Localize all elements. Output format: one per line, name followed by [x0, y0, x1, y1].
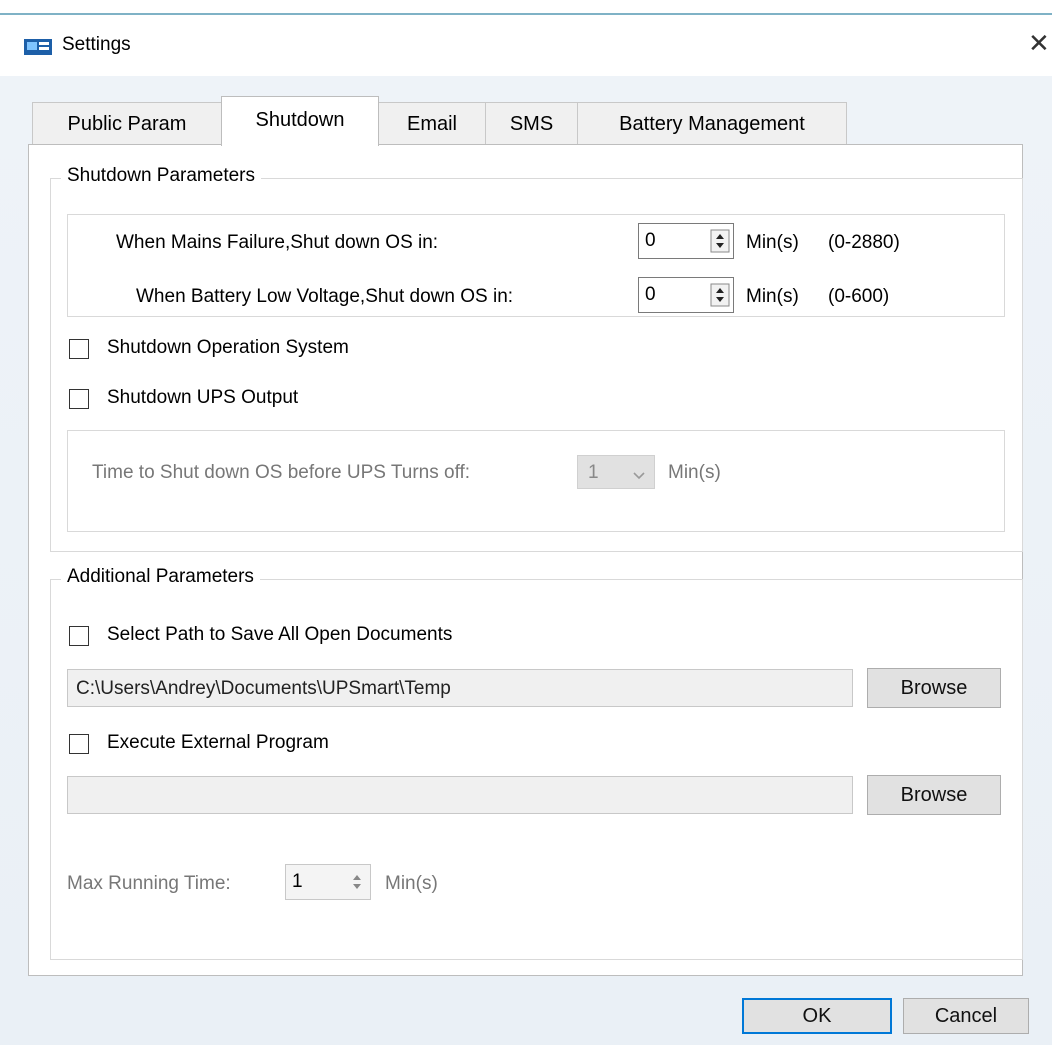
mains-failure-range: (0-2880) — [828, 232, 900, 253]
tab-public-param[interactable]: Public Param — [32, 102, 222, 144]
max-running-time-spinbox[interactable]: 1 — [285, 864, 371, 900]
battery-low-label: When Battery Low Voltage,Shut down OS in… — [136, 286, 514, 307]
shutdown-os-label: Shutdown Operation System — [107, 337, 349, 358]
group-legend: Shutdown Parameters — [61, 165, 261, 187]
additional-parameters-group: Additional Parameters Select Path to Sav… — [50, 566, 1023, 960]
dropdown-arrow-icon — [632, 466, 646, 487]
save-docs-checkbox[interactable] — [69, 626, 89, 646]
before-ups-label: Time to Shut down OS before UPS Turns of… — [92, 462, 471, 483]
max-running-time-label: Max Running Time: — [67, 873, 231, 894]
cancel-button[interactable]: Cancel — [903, 998, 1029, 1034]
tab-sms[interactable]: SMS — [485, 102, 578, 144]
mains-failure-unit: Min(s) — [746, 232, 799, 253]
tab-email[interactable]: Email — [378, 102, 486, 144]
save-docs-path-field[interactable]: C:\Users\Andrey\Documents\UPSmart\Temp — [67, 669, 853, 707]
close-icon[interactable]: ✕ — [1028, 30, 1050, 56]
group-legend: Additional Parameters — [61, 566, 260, 588]
before-ups-box: Time to Shut down OS before UPS Turns of… — [67, 430, 1005, 532]
save-docs-label: Select Path to Save All Open Documents — [107, 624, 453, 645]
battery-low-unit: Min(s) — [746, 286, 799, 307]
spin-value: 0 — [645, 284, 656, 305]
spin-arrows-icon[interactable] — [707, 224, 733, 258]
shutdown-delay-box: When Mains Failure,Shut down OS in: 0 Mi… — [67, 214, 1005, 317]
external-program-checkbox[interactable] — [69, 734, 89, 754]
shutdown-ups-checkbox[interactable] — [69, 389, 89, 409]
path-value: C:\Users\Andrey\Documents\UPSmart\Temp — [76, 678, 451, 699]
tab-panel-shutdown: Shutdown Parameters When Mains Failure,S… — [28, 144, 1023, 976]
tab-battery-management[interactable]: Battery Management — [577, 102, 847, 144]
browse-external-program-button[interactable]: Browse — [867, 775, 1001, 815]
window-title: Settings — [62, 34, 131, 55]
spin-arrows-icon[interactable] — [344, 865, 370, 899]
top-strip — [0, 0, 1052, 14]
tab-shutdown[interactable]: Shutdown — [221, 96, 379, 146]
shutdown-os-checkbox[interactable] — [69, 339, 89, 359]
mains-failure-label: When Mains Failure,Shut down OS in: — [116, 232, 439, 253]
battery-low-spinbox[interactable]: 0 — [638, 277, 734, 313]
max-running-time-unit: Min(s) — [385, 873, 438, 894]
top-accent-line — [0, 13, 1052, 15]
ok-button[interactable]: OK — [742, 998, 892, 1034]
external-program-path-field[interactable] — [67, 776, 853, 814]
external-program-label: Execute External Program — [107, 732, 329, 753]
shutdown-parameters-group: Shutdown Parameters When Mains Failure,S… — [50, 165, 1023, 552]
spin-value: 1 — [292, 871, 303, 892]
battery-low-range: (0-600) — [828, 286, 890, 307]
app-icon — [24, 38, 52, 56]
spin-arrows-icon[interactable] — [707, 278, 733, 312]
spin-value: 0 — [645, 230, 656, 251]
before-ups-unit: Min(s) — [668, 462, 721, 483]
dropdown-value: 1 — [588, 462, 599, 483]
browse-save-path-button[interactable]: Browse — [867, 668, 1001, 708]
before-ups-dropdown[interactable]: 1 — [577, 455, 655, 489]
shutdown-ups-label: Shutdown UPS Output — [107, 387, 299, 408]
mains-failure-spinbox[interactable]: 0 — [638, 223, 734, 259]
